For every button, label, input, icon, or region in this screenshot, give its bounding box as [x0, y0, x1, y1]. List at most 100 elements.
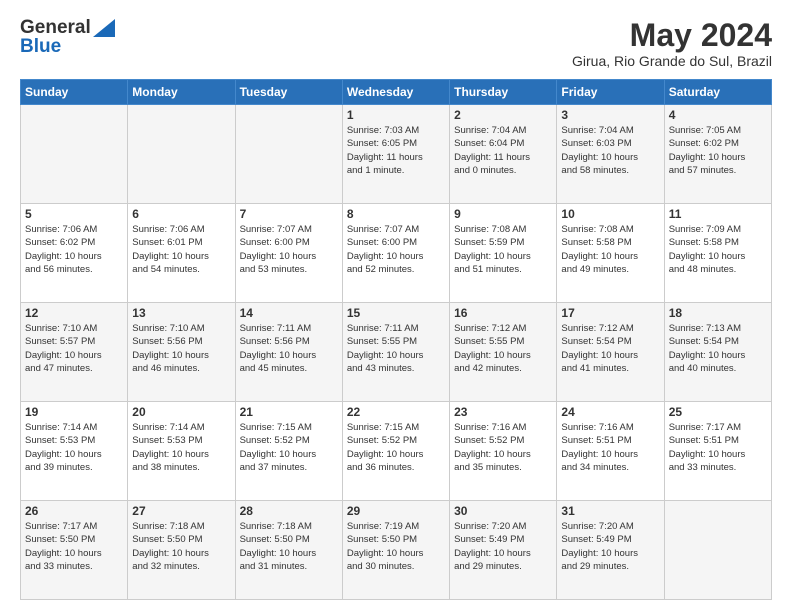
week-row-0: 1 Sunrise: 7:03 AM Sunset: 6:05 PM Daylig…: [21, 105, 772, 204]
day-info: Sunrise: 7:06 AM Sunset: 6:01 PM Dayligh…: [132, 223, 230, 276]
logo-general-text: General: [20, 17, 91, 38]
day-number: 15: [347, 306, 445, 320]
day-cell: 26 Sunrise: 7:17 AM Sunset: 5:50 PM Dayli…: [21, 501, 128, 600]
day-number: 4: [669, 108, 767, 122]
day-cell: [235, 105, 342, 204]
day-number: 30: [454, 504, 552, 518]
day-number: 23: [454, 405, 552, 419]
logo-icon: [93, 15, 115, 37]
day-number: 8: [347, 207, 445, 221]
day-info: Sunrise: 7:08 AM Sunset: 5:58 PM Dayligh…: [561, 223, 659, 276]
day-number: 10: [561, 207, 659, 221]
day-cell: 6 Sunrise: 7:06 AM Sunset: 6:01 PM Daylig…: [128, 204, 235, 303]
day-number: 3: [561, 108, 659, 122]
day-number: 17: [561, 306, 659, 320]
week-row-4: 26 Sunrise: 7:17 AM Sunset: 5:50 PM Dayli…: [21, 501, 772, 600]
day-cell: 20 Sunrise: 7:14 AM Sunset: 5:53 PM Dayli…: [128, 402, 235, 501]
logo: General Blue: [20, 18, 115, 56]
day-cell: 18 Sunrise: 7:13 AM Sunset: 5:54 PM Dayli…: [664, 303, 771, 402]
day-info: Sunrise: 7:06 AM Sunset: 6:02 PM Dayligh…: [25, 223, 123, 276]
day-number: 1: [347, 108, 445, 122]
day-cell: 2Sunrise: 7:04 AM Sunset: 6:04 PM Daylig…: [450, 105, 557, 204]
day-number: 28: [240, 504, 338, 518]
day-cell: 5 Sunrise: 7:06 AM Sunset: 6:02 PM Daylig…: [21, 204, 128, 303]
header-day-wednesday: Wednesday: [342, 80, 449, 105]
day-cell: 28Sunrise: 7:18 AM Sunset: 5:50 PM Dayli…: [235, 501, 342, 600]
header-day-tuesday: Tuesday: [235, 80, 342, 105]
day-info: Sunrise: 7:15 AM Sunset: 5:52 PM Dayligh…: [347, 421, 445, 474]
day-cell: 15Sunrise: 7:11 AM Sunset: 5:55 PM Dayli…: [342, 303, 449, 402]
week-row-3: 19Sunrise: 7:14 AM Sunset: 5:53 PM Dayli…: [21, 402, 772, 501]
month-year: May 2024: [572, 18, 772, 53]
day-cell: [664, 501, 771, 600]
day-info: Sunrise: 7:18 AM Sunset: 5:50 PM Dayligh…: [132, 520, 230, 573]
day-cell: 9Sunrise: 7:08 AM Sunset: 5:59 PM Daylig…: [450, 204, 557, 303]
day-info: Sunrise: 7:15 AM Sunset: 5:52 PM Dayligh…: [240, 421, 338, 474]
day-cell: 25 Sunrise: 7:17 AM Sunset: 5:51 PM Dayli…: [664, 402, 771, 501]
day-cell: 4 Sunrise: 7:05 AM Sunset: 6:02 PM Daylig…: [664, 105, 771, 204]
day-info: Sunrise: 7:05 AM Sunset: 6:02 PM Dayligh…: [669, 124, 767, 177]
day-info: Sunrise: 7:10 AM Sunset: 5:56 PM Dayligh…: [132, 322, 230, 375]
day-info: Sunrise: 7:19 AM Sunset: 5:50 PM Dayligh…: [347, 520, 445, 573]
header-day-sunday: Sunday: [21, 80, 128, 105]
day-number: 18: [669, 306, 767, 320]
day-info: Sunrise: 7:04 AM Sunset: 6:03 PM Dayligh…: [561, 124, 659, 177]
day-cell: 19Sunrise: 7:14 AM Sunset: 5:53 PM Dayli…: [21, 402, 128, 501]
day-info: Sunrise: 7:20 AM Sunset: 5:49 PM Dayligh…: [561, 520, 659, 573]
day-cell: 1 Sunrise: 7:03 AM Sunset: 6:05 PM Daylig…: [342, 105, 449, 204]
location: Girua, Rio Grande do Sul, Brazil: [572, 53, 772, 69]
day-cell: 27 Sunrise: 7:18 AM Sunset: 5:50 PM Dayli…: [128, 501, 235, 600]
day-cell: 22Sunrise: 7:15 AM Sunset: 5:52 PM Dayli…: [342, 402, 449, 501]
day-number: 25: [669, 405, 767, 419]
day-cell: 17 Sunrise: 7:12 AM Sunset: 5:54 PM Dayli…: [557, 303, 664, 402]
day-number: 6: [132, 207, 230, 221]
day-number: 5: [25, 207, 123, 221]
day-cell: 29 Sunrise: 7:19 AM Sunset: 5:50 PM Dayli…: [342, 501, 449, 600]
day-number: 26: [25, 504, 123, 518]
day-number: 14: [240, 306, 338, 320]
day-cell: 14Sunrise: 7:11 AM Sunset: 5:56 PM Dayli…: [235, 303, 342, 402]
day-number: 24: [561, 405, 659, 419]
day-info: Sunrise: 7:14 AM Sunset: 5:53 PM Dayligh…: [132, 421, 230, 474]
day-info: Sunrise: 7:14 AM Sunset: 5:53 PM Dayligh…: [25, 421, 123, 474]
day-number: 29: [347, 504, 445, 518]
day-cell: 12 Sunrise: 7:10 AM Sunset: 5:57 PM Dayli…: [21, 303, 128, 402]
day-info: Sunrise: 7:12 AM Sunset: 5:54 PM Dayligh…: [561, 322, 659, 375]
calendar-body: 1 Sunrise: 7:03 AM Sunset: 6:05 PM Daylig…: [21, 105, 772, 600]
logo-blue: Blue: [20, 37, 115, 56]
day-cell: 16Sunrise: 7:12 AM Sunset: 5:55 PM Dayli…: [450, 303, 557, 402]
title-block: May 2024 Girua, Rio Grande do Sul, Brazi…: [572, 18, 772, 69]
logo-blue-text: Blue: [20, 36, 61, 57]
day-info: Sunrise: 7:13 AM Sunset: 5:54 PM Dayligh…: [669, 322, 767, 375]
day-info: Sunrise: 7:17 AM Sunset: 5:50 PM Dayligh…: [25, 520, 123, 573]
day-number: 20: [132, 405, 230, 419]
day-info: Sunrise: 7:12 AM Sunset: 5:55 PM Dayligh…: [454, 322, 552, 375]
day-cell: 11Sunrise: 7:09 AM Sunset: 5:58 PM Dayli…: [664, 204, 771, 303]
day-number: 12: [25, 306, 123, 320]
calendar-table: SundayMondayTuesdayWednesdayThursdayFrid…: [20, 79, 772, 600]
day-cell: 30 Sunrise: 7:20 AM Sunset: 5:49 PM Dayli…: [450, 501, 557, 600]
day-cell: [128, 105, 235, 204]
day-info: Sunrise: 7:07 AM Sunset: 6:00 PM Dayligh…: [240, 223, 338, 276]
header-day-friday: Friday: [557, 80, 664, 105]
week-row-1: 5 Sunrise: 7:06 AM Sunset: 6:02 PM Daylig…: [21, 204, 772, 303]
day-info: Sunrise: 7:03 AM Sunset: 6:05 PM Dayligh…: [347, 124, 445, 177]
day-cell: [21, 105, 128, 204]
day-info: Sunrise: 7:16 AM Sunset: 5:51 PM Dayligh…: [561, 421, 659, 474]
day-number: 7: [240, 207, 338, 221]
day-info: Sunrise: 7:07 AM Sunset: 6:00 PM Dayligh…: [347, 223, 445, 276]
day-number: 2: [454, 108, 552, 122]
day-info: Sunrise: 7:08 AM Sunset: 5:59 PM Dayligh…: [454, 223, 552, 276]
calendar-header: SundayMondayTuesdayWednesdayThursdayFrid…: [21, 80, 772, 105]
day-number: 13: [132, 306, 230, 320]
week-row-2: 12 Sunrise: 7:10 AM Sunset: 5:57 PM Dayli…: [21, 303, 772, 402]
day-cell: 10 Sunrise: 7:08 AM Sunset: 5:58 PM Dayli…: [557, 204, 664, 303]
day-number: 11: [669, 207, 767, 221]
day-number: 27: [132, 504, 230, 518]
page: General Blue May 2024 Girua, Rio Grande …: [0, 0, 792, 612]
day-info: Sunrise: 7:20 AM Sunset: 5:49 PM Dayligh…: [454, 520, 552, 573]
day-cell: 23Sunrise: 7:16 AM Sunset: 5:52 PM Dayli…: [450, 402, 557, 501]
day-info: Sunrise: 7:10 AM Sunset: 5:57 PM Dayligh…: [25, 322, 123, 375]
day-cell: 13 Sunrise: 7:10 AM Sunset: 5:56 PM Dayli…: [128, 303, 235, 402]
day-info: Sunrise: 7:17 AM Sunset: 5:51 PM Dayligh…: [669, 421, 767, 474]
